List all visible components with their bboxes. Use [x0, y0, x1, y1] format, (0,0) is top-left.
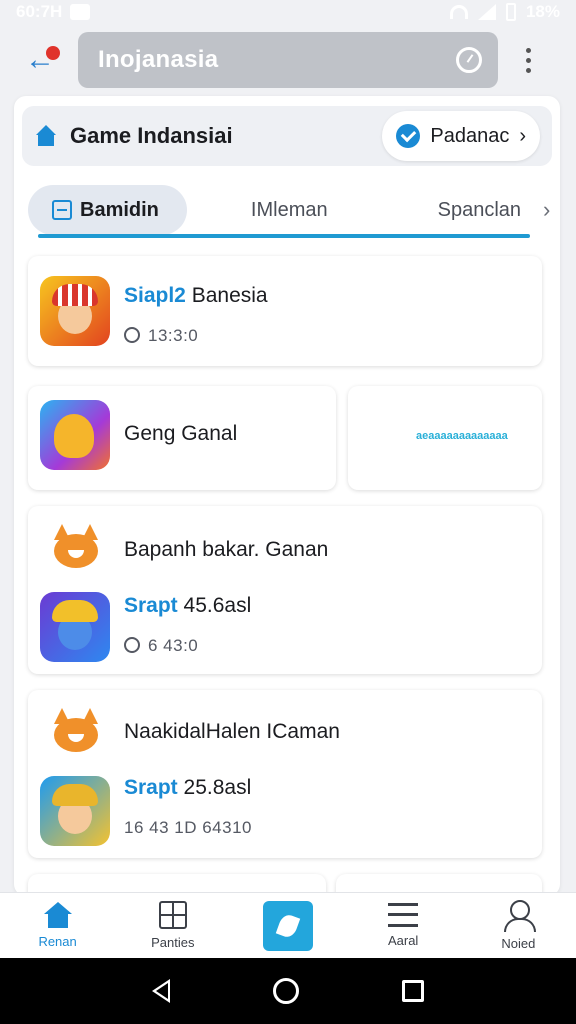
tab-spanclan[interactable]: Spanclan: [438, 185, 521, 235]
nav-label: Aaral: [387, 933, 419, 948]
tab-imleman[interactable]: IMleman: [251, 185, 328, 235]
nav-home[interactable]: Renan: [13, 895, 103, 957]
fox-mascot-icon: [48, 708, 104, 756]
tab-label: IMleman: [250, 198, 328, 221]
chip-label: Padanac: [430, 124, 510, 147]
game-app-icon: [40, 400, 110, 470]
user-icon: [504, 900, 537, 932]
system-home-icon[interactable]: [272, 978, 299, 1004]
game-app-icon: [40, 592, 110, 662]
calendar-icon: [52, 200, 72, 220]
back-button[interactable]: ←: [16, 36, 64, 84]
promo-link[interactable]: aeaaaaaaaaaaaaa: [416, 430, 508, 442]
bottom-navigation: Renan Panties Aaral Noied: [0, 892, 576, 958]
search-bar[interactable]: Inojanasia: [78, 32, 498, 88]
nav-aaral[interactable]: Aaral: [358, 895, 448, 957]
nav-profile[interactable]: Noied: [473, 895, 563, 957]
tab-label: Spanclan: [437, 198, 522, 221]
game-card[interactable]: Geng Ganal: [28, 386, 336, 490]
nav-label: Noied: [501, 936, 536, 951]
section-title: Game Indansiai: [70, 123, 233, 148]
system-back-icon[interactable]: [151, 979, 170, 1003]
more-vertical-icon: [525, 47, 531, 53]
section-header: Game Indansiai Padanac ›: [22, 106, 552, 166]
game-meta: 16 43 1D 64310: [124, 818, 252, 837]
more-options-button[interactable]: [512, 36, 544, 84]
fox-mascot-icon: [48, 524, 104, 572]
game-card[interactable]: NaakidalHalen ICaman Srapt 25.8asl 16 43…: [28, 690, 542, 858]
game-heading: Bapanh bakar. Ganan: [124, 538, 329, 561]
nav-label: Panties: [151, 935, 195, 950]
home-icon: [43, 902, 72, 928]
clock-icon: [124, 637, 140, 653]
feather-icon: [262, 900, 313, 951]
gallery-icon: [70, 4, 91, 20]
game-meta: 13:3:0: [124, 326, 198, 346]
game-title: Srapt 45.6asl: [124, 594, 252, 617]
game-title: Srapt 25.8asl: [124, 776, 252, 799]
tab-label: Bamidin: [80, 198, 159, 221]
game-title: Siapl2 Banesia: [124, 284, 268, 307]
home-icon: [34, 125, 58, 147]
tab-bar: Bamidin IMleman Spanclan ›: [28, 182, 550, 238]
menu-icon: [388, 903, 419, 927]
header-chip-button[interactable]: Padanac ›: [382, 111, 540, 161]
chevron-right-icon: ›: [519, 124, 526, 147]
game-app-icon: [40, 276, 110, 346]
wifi-icon: [449, 5, 468, 19]
nav-label: Renan: [38, 934, 77, 949]
status-time: 60:7H: [16, 2, 63, 21]
main-content: Game Indansiai Padanac › Bamidin IMleman…: [14, 96, 560, 896]
app-bar: ← Inojanasia: [0, 28, 576, 92]
status-bar: 60:7H 18%: [0, 0, 576, 24]
system-recents-icon[interactable]: [402, 980, 425, 1002]
nav-create[interactable]: [243, 895, 333, 957]
search-text: Inojanasia: [98, 46, 219, 73]
game-app-icon: [40, 776, 110, 846]
tab-bamidin[interactable]: Bamidin: [28, 185, 187, 235]
signal-icon: [477, 4, 496, 20]
tab-indicator: [38, 234, 530, 238]
game-card[interactable]: Siapl2 Banesia 13:3:0: [28, 256, 542, 366]
game-title: Geng Ganal: [124, 422, 238, 445]
game-meta: 6 43:0: [124, 636, 198, 656]
notification-dot: [46, 46, 60, 60]
grid-icon: [158, 901, 187, 929]
promo-card[interactable]: aeaaaaaaaaaaaaa: [348, 386, 542, 490]
tabs-scroll-chevron-icon[interactable]: ›: [543, 197, 550, 223]
check-circle-icon: [396, 124, 421, 148]
battery-level: 18%: [525, 2, 560, 21]
nav-panties[interactable]: Panties: [128, 895, 218, 957]
game-card[interactable]: Bapanh bakar. Ganan Srapt 45.6asl 6 43:0: [28, 506, 542, 674]
clock-icon[interactable]: [456, 47, 482, 73]
game-heading: NaakidalHalen ICaman: [124, 720, 340, 743]
system-navigation-bar: [0, 958, 576, 1024]
battery-icon: [505, 3, 516, 21]
clock-icon: [124, 327, 140, 343]
